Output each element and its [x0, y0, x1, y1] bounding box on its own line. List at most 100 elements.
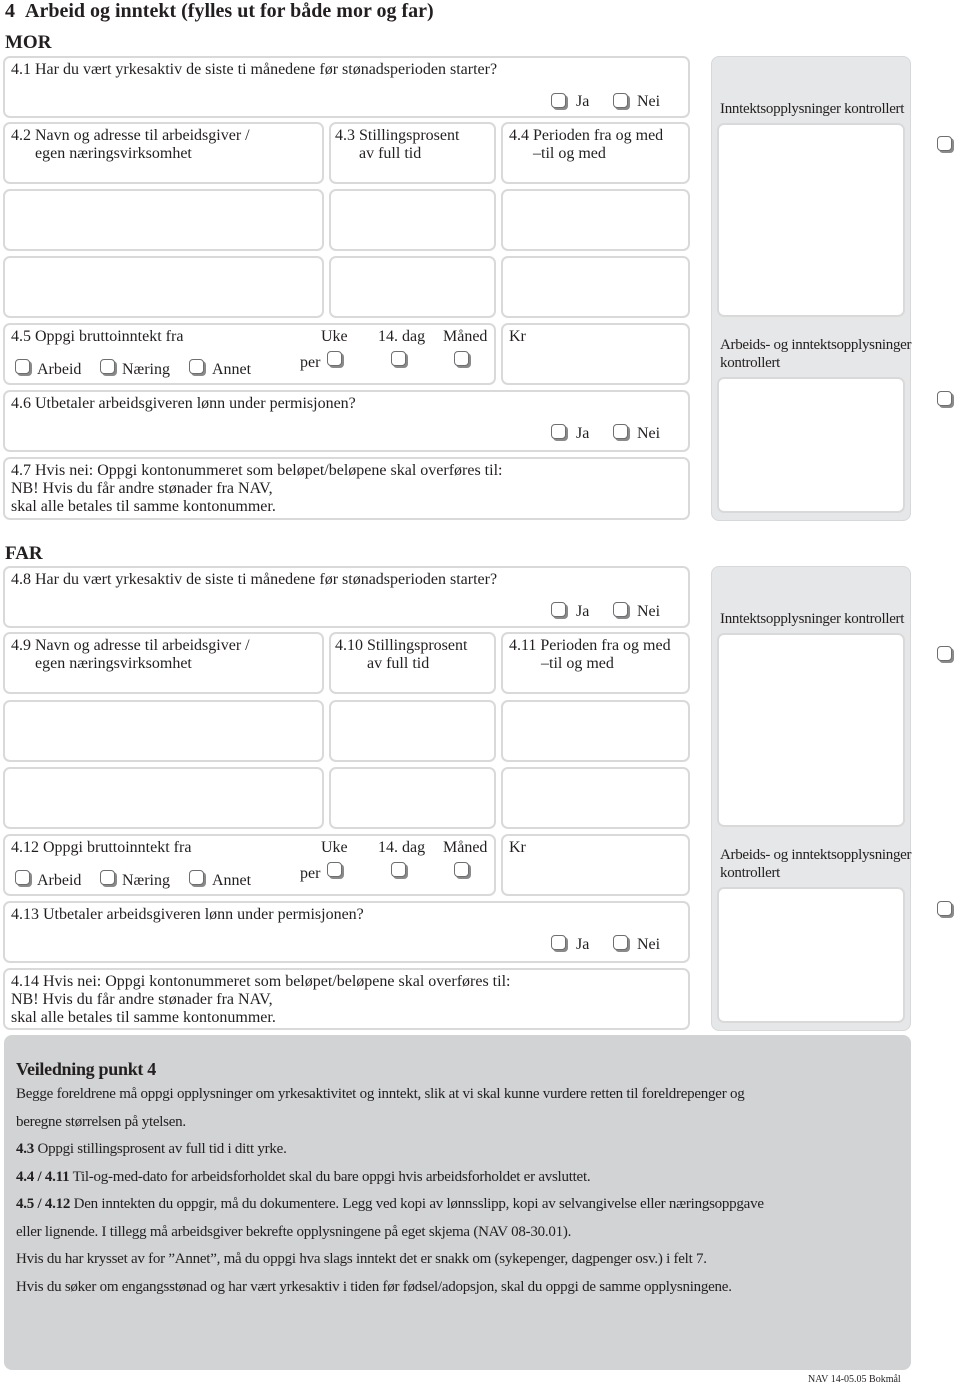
mor-employer-input-2[interactable] — [3, 256, 324, 318]
guidance-title: Veiledning punkt 4 — [16, 1059, 156, 1079]
guidance-line-ref: 4.4 / 4.11 — [16, 1169, 70, 1185]
mor-salary-label: 4.6 Utbetaler arbeidsgiveren lønn under … — [11, 395, 356, 412]
mor-income-checked-label: Inntektsopplysninger kontrollert — [720, 101, 905, 117]
far-source-arbeid-checkbox[interactable] — [15, 870, 30, 885]
far-employer-header: 4.9 Navn og adresse til arbeidsgiver / e… — [3, 632, 324, 694]
guidance-line: Hvis du søker om engangsstønad og har væ… — [16, 1279, 732, 1296]
mor-source-naering-checkbox[interactable] — [100, 359, 115, 374]
mor-salary-yes-checkbox[interactable] — [551, 424, 566, 439]
mor-employed-question: 4.1 Har du vært yrkesaktiv de siste ti m… — [3, 56, 690, 118]
guidance-line-text: beregne størrelsen på ytelsen. — [16, 1114, 186, 1130]
mor-employed-label: 4.1 Har du vært yrkesaktiv de siste ti m… — [11, 61, 498, 78]
mor-employer-label: 4.2 Navn og adresse til arbeidsgiver / e… — [11, 127, 250, 162]
mor-source-annet-label: Annet — [212, 361, 252, 378]
far-work-income-checked-field[interactable] — [717, 887, 905, 1023]
far-period-header: 4.11 Perioden fra og med –til og med — [501, 632, 690, 694]
mor-period-maaned-label: Måned — [443, 328, 488, 345]
mor-period-input-2[interactable] — [501, 256, 690, 318]
far-work-income-checked-label: Arbeids- og inntektsopplysninger kontrol… — [720, 847, 912, 881]
far-percent-label: 4.10 Stillingsprosent av full tid — [335, 637, 468, 672]
mor-heading: MOR — [5, 32, 52, 53]
far-income-checked-field[interactable] — [717, 633, 905, 827]
mor-income-label: 4.5 Oppgi bruttoinntekt fra — [11, 328, 184, 345]
far-salary-yes-checkbox[interactable] — [551, 935, 566, 950]
mor-control-panel: Inntektsopplysninger kontrollert Arbeids… — [711, 56, 912, 521]
mor-period-input-1[interactable] — [501, 189, 690, 251]
far-income-checked-checkbox[interactable] — [937, 646, 952, 661]
mor-work-income-checked-label: Arbeids- og inntektsopplysninger kontrol… — [720, 337, 912, 371]
mor-salary-no-label: Nei — [637, 425, 661, 442]
guidance-line-text: Begge foreldrene må oppgi opplysninger o… — [16, 1086, 745, 1102]
far-period-input-1[interactable] — [501, 700, 690, 762]
far-employer-input-2[interactable] — [3, 767, 324, 829]
mor-percent-header: 4.3 Stillingsprosent av full tid — [329, 122, 496, 184]
far-period-input-2[interactable] — [501, 767, 690, 829]
far-employer-input-1[interactable] — [3, 700, 324, 762]
far-heading: FAR — [5, 543, 43, 564]
far-source-naering-checkbox[interactable] — [100, 870, 115, 885]
far-employed-yes-checkbox[interactable] — [551, 602, 566, 617]
guidance-line-text: Den inntekten du oppgir, må du dokumente… — [70, 1196, 764, 1212]
far-period-uke-checkbox[interactable] — [327, 862, 342, 877]
far-period-uke-label: Uke — [321, 839, 348, 856]
far-salary-no-checkbox[interactable] — [613, 935, 628, 950]
far-source-naering-label: Næring — [122, 872, 170, 889]
mor-source-annet-checkbox[interactable] — [189, 359, 204, 374]
far-employed-no-checkbox[interactable] — [613, 602, 628, 617]
far-percent-input-1[interactable] — [329, 700, 496, 762]
mor-per-label: per — [300, 354, 321, 371]
far-work-income-checked-checkbox[interactable] — [937, 901, 952, 916]
mor-salary-yes-label: Ja — [576, 425, 590, 442]
far-per-label: per — [300, 865, 321, 882]
mor-employed-no-checkbox[interactable] — [613, 93, 628, 108]
mor-period-uke-label: Uke — [321, 328, 348, 345]
mor-salary-no-checkbox[interactable] — [613, 424, 628, 439]
far-percent-input-2[interactable] — [329, 767, 496, 829]
mor-work-income-checked-field[interactable] — [717, 377, 905, 513]
section-title: 4 Arbeid og inntekt (fylles ut for både … — [5, 0, 434, 23]
far-amount-field[interactable]: Kr — [501, 834, 690, 896]
far-period-14dag-checkbox[interactable] — [391, 862, 406, 877]
far-account-field[interactable]: 4.14 Hvis nei: Oppgi kontonummeret som b… — [3, 968, 690, 1030]
guidance-line-ref: 4.3 — [16, 1141, 34, 1157]
mor-amount-field[interactable]: Kr — [501, 323, 690, 385]
guidance-line: Begge foreldrene må oppgi opplysninger o… — [16, 1086, 745, 1103]
far-employed-no-label: Nei — [637, 603, 661, 620]
mor-employed-yes-checkbox[interactable] — [551, 93, 566, 108]
guidance-panel: Veiledning punkt 4 Begge foreldrene må o… — [4, 1035, 911, 1370]
far-account-label: 4.14 Hvis nei: Oppgi kontonummeret som b… — [11, 973, 511, 1026]
mor-percent-input-2[interactable] — [329, 256, 496, 318]
mor-period-label: 4.4 Perioden fra og med –til og med — [509, 127, 664, 162]
mor-employed-no-label: Nei — [637, 93, 661, 110]
mor-period-maaned-checkbox[interactable] — [454, 351, 469, 366]
far-income-label: 4.12 Oppgi bruttoinntekt fra — [11, 839, 192, 856]
guidance-line-text: eller lignende. I tillegg må arbeidsgive… — [16, 1224, 572, 1240]
guidance-line: 4.5 / 4.12 Den inntekten du oppgir, må d… — [16, 1196, 764, 1213]
far-period-maaned-checkbox[interactable] — [454, 862, 469, 877]
mor-source-arbeid-label: Arbeid — [37, 361, 82, 378]
far-source-annet-checkbox[interactable] — [189, 870, 204, 885]
section-number: 4 — [5, 0, 15, 22]
mor-income-source: 4.5 Oppgi bruttoinntekt fra Arbeid Nærin… — [3, 323, 496, 385]
mor-employer-input-1[interactable] — [3, 189, 324, 251]
far-period-14dag-label: 14. dag — [378, 839, 426, 856]
far-salary-no-label: Nei — [637, 936, 661, 953]
far-amount-label: Kr — [509, 839, 526, 856]
mor-amount-label: Kr — [509, 328, 526, 345]
guidance-line-ref: 4.5 / 4.12 — [16, 1196, 71, 1212]
far-employed-yes-label: Ja — [576, 603, 590, 620]
section-title-text: Arbeid og inntekt (fylles ut for både mo… — [25, 0, 434, 22]
mor-period-14dag-label: 14. dag — [378, 328, 426, 345]
guidance-line-text: Til-og-med-dato for arbeidsforholdet ska… — [69, 1169, 591, 1185]
mor-source-arbeid-checkbox[interactable] — [15, 359, 30, 374]
mor-income-checked-checkbox[interactable] — [937, 136, 952, 151]
guidance-line-text: Oppgi stillingsprosent av full tid i dit… — [34, 1141, 287, 1157]
mor-account-field[interactable]: 4.7 Hvis nei: Oppgi kontonummeret som be… — [3, 457, 690, 520]
mor-work-income-checked-checkbox[interactable] — [937, 391, 952, 406]
mor-period-14dag-checkbox[interactable] — [391, 351, 406, 366]
mor-percent-input-1[interactable] — [329, 189, 496, 251]
guidance-line: 4.3 Oppgi stillingsprosent av full tid i… — [16, 1141, 287, 1158]
mor-income-checked-field[interactable] — [717, 123, 905, 317]
far-salary-label: 4.13 Utbetaler arbeidsgiveren lønn under… — [11, 906, 364, 923]
mor-period-uke-checkbox[interactable] — [327, 351, 342, 366]
